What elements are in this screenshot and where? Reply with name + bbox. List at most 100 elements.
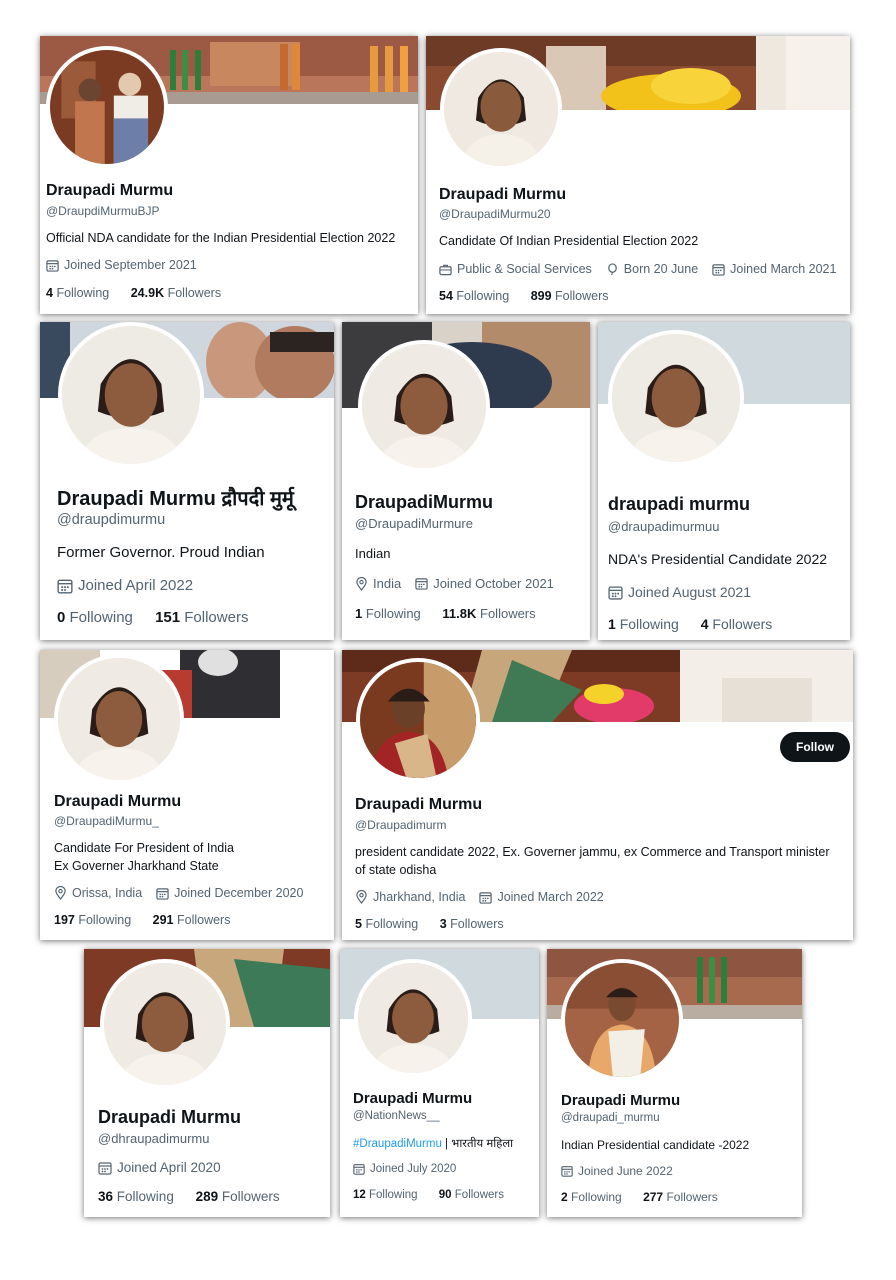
following-link[interactable]: 54 Following	[439, 289, 509, 303]
birth-date: Born 20 June	[623, 262, 699, 276]
profile-name: Draupadi Murmu	[355, 796, 483, 813]
joined-date: Joined March 2021	[730, 262, 837, 276]
followers-link[interactable]: 289 Followers	[196, 1189, 280, 1204]
profile-meta: Joined June 2022	[561, 1164, 687, 1178]
location-icon	[355, 890, 368, 904]
profile-card: draupadi murmu @draupadimurmuu NDA's Pre…	[598, 322, 850, 640]
profile-handle: @dhraupadimurmu	[98, 1131, 210, 1146]
profile-handle: @NationNews__	[353, 1110, 440, 1122]
profile-meta: Orissa, India Joined December 2020	[54, 886, 317, 900]
profile-handle: @DraupadiMurmure	[355, 516, 473, 531]
profile-card: Draupadi Murmu @NationNews__ #DraupadiMu…	[340, 949, 539, 1217]
balloon-icon	[606, 262, 619, 276]
profile-handle: @draupadi_murmu	[561, 1112, 660, 1124]
profile-avatar[interactable]	[100, 959, 230, 1089]
profile-bio-line2: Ex Governer Jharkhand State	[54, 859, 219, 873]
profile-avatar[interactable]	[440, 48, 562, 170]
following-link[interactable]: 5 Following	[355, 917, 418, 931]
calendar-icon	[57, 578, 73, 594]
location-text: India	[373, 576, 402, 591]
profile-stats: 12 Following 90 Followers	[353, 1189, 522, 1201]
follow-button[interactable]: Follow	[780, 732, 850, 762]
following-link[interactable]: 1 Following	[355, 606, 421, 621]
location-text: Jharkhand, India	[373, 890, 466, 904]
followers-link[interactable]: 899 Followers	[531, 289, 609, 303]
following-link[interactable]: 197 Following	[54, 913, 131, 927]
following-link[interactable]: 4 Following	[46, 286, 109, 300]
profile-avatar[interactable]	[561, 959, 683, 1081]
profile-name: draupadi murmu	[608, 494, 751, 514]
profile-stats: 1 Following 4 Followers	[608, 616, 790, 632]
profile-card: Draupadi Murmu @DraupdiMurmuBJP Official…	[40, 36, 418, 314]
followers-link[interactable]: 291 Followers	[153, 913, 231, 927]
profile-name: Draupadi Murmu	[353, 1090, 473, 1107]
followers-link[interactable]: 11.8K Followers	[442, 606, 535, 621]
joined-date: Joined December 2020	[174, 886, 304, 900]
profile-name: DraupadiMurmu	[355, 492, 494, 512]
profile-meta: Joined August 2021	[608, 584, 765, 600]
profile-stats: 4 Following 24.9K Followers	[46, 286, 239, 300]
following-link[interactable]: 36 Following	[98, 1189, 174, 1204]
profile-stats: 0 Following 151 Followers	[57, 609, 266, 626]
profile-handle: @DraupadiMurmu_	[54, 814, 159, 828]
hashtag-link[interactable]: #DraupadiMurmu	[353, 1138, 442, 1150]
profile-bio: Indian	[355, 546, 391, 561]
joined-date: Joined October 2021	[433, 576, 554, 591]
profile-bio: NDA's Presidential Candidate 2022	[608, 551, 828, 567]
profile-bio: Candidate For President of India	[54, 841, 234, 855]
calendar-icon	[46, 259, 59, 272]
following-link[interactable]: 0 Following	[57, 609, 133, 626]
profile-stats: 2 Following 277 Followers	[561, 1190, 736, 1204]
profile-bio: Indian Presidential candidate -2022	[561, 1138, 750, 1152]
profile-name: Draupadi Murmu	[98, 1107, 242, 1127]
followers-link[interactable]: 90 Followers	[439, 1189, 504, 1201]
profile-card: Draupadi Murmu @DraupadiMurmu20 Candidat…	[426, 36, 850, 314]
profile-bio: #DraupadiMurmu | भारतीय महिला	[353, 1136, 513, 1151]
calendar-icon	[561, 1165, 573, 1177]
profile-avatar[interactable]	[608, 330, 744, 466]
calendar-icon	[415, 577, 428, 590]
profile-stats: 54 Following 899 Followers	[439, 289, 627, 303]
profile-avatar[interactable]	[356, 658, 480, 782]
profile-avatar[interactable]	[58, 322, 204, 468]
profile-meta: Joined April 2022	[57, 577, 207, 594]
profile-bio: Candidate Of Indian Presidential Electio…	[439, 234, 699, 248]
calendar-icon	[608, 585, 623, 600]
profile-meta: Jharkhand, India Joined March 2022	[355, 890, 618, 904]
calendar-icon	[353, 1163, 365, 1175]
profile-handle: @draupadimurmuu	[608, 519, 720, 534]
profile-meta: Joined September 2021	[46, 258, 211, 272]
following-link[interactable]: 12 Following	[353, 1189, 418, 1201]
followers-link[interactable]: 277 Followers	[643, 1190, 718, 1204]
profile-name: Draupadi Murmu द्रौपदी मुर्मू	[57, 488, 294, 510]
bio-text: | भारतीय महिला	[441, 1138, 514, 1150]
followers-link[interactable]: 3 Followers	[440, 917, 504, 931]
profile-avatar[interactable]	[46, 46, 168, 168]
following-link[interactable]: 1 Following	[608, 616, 679, 632]
profession-category: Public & Social Services	[457, 262, 592, 276]
profile-name: Draupadi Murmu	[561, 1092, 681, 1109]
joined-date: Joined March 2022	[497, 890, 604, 904]
profile-meta: India Joined October 2021	[355, 576, 568, 591]
profile-handle: @Draupadimurm	[355, 818, 447, 832]
calendar-icon	[156, 887, 169, 900]
profile-meta: Joined July 2020	[353, 1163, 470, 1175]
followers-link[interactable]: 24.9K Followers	[131, 286, 221, 300]
followers-link[interactable]: 151 Followers	[155, 609, 248, 626]
followers-link[interactable]: 4 Followers	[701, 616, 773, 632]
profile-stats: 1 Following 11.8K Followers	[355, 606, 554, 621]
profile-meta: Public & Social Services Born 20 June Jo…	[439, 262, 850, 276]
profile-handle: @draupdimurmu	[57, 512, 166, 528]
profile-card: DraupadiMurmu @DraupadiMurmure Indian In…	[342, 322, 590, 640]
joined-date: Joined June 2022	[578, 1164, 673, 1178]
profile-avatar[interactable]	[354, 959, 472, 1077]
profile-avatar[interactable]	[54, 654, 184, 784]
joined-date: Joined July 2020	[370, 1163, 457, 1175]
profile-bio: president candidate 2022, Ex. Governer j…	[355, 845, 830, 859]
profile-bio: Official NDA candidate for the Indian Pr…	[46, 231, 396, 245]
calendar-icon	[712, 263, 725, 276]
profile-avatar[interactable]	[358, 340, 490, 472]
joined-date: Joined April 2020	[117, 1160, 221, 1175]
profile-card: Follow Draupadi Murmu @Draupadimurm pres…	[342, 650, 853, 940]
following-link[interactable]: 2 Following	[561, 1190, 622, 1204]
